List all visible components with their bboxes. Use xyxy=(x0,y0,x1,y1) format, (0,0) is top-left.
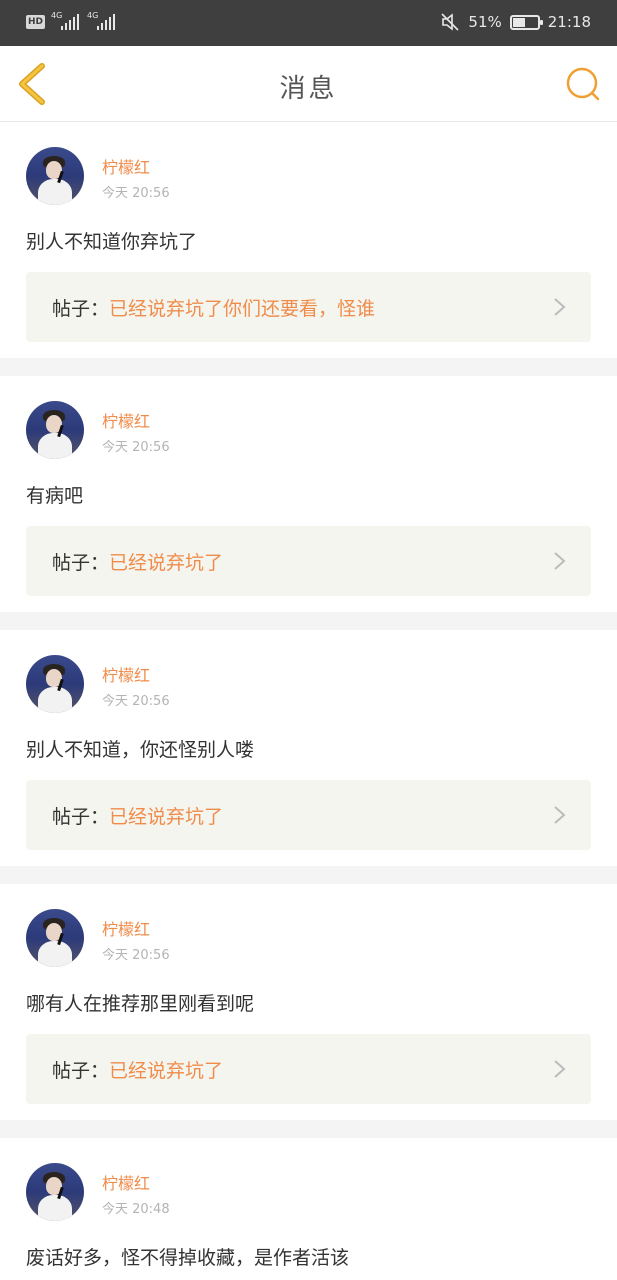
post-title: 已经说弃坑了 xyxy=(109,1059,224,1082)
avatar[interactable] xyxy=(26,655,84,713)
search-icon xyxy=(566,67,600,101)
post-title: 已经说弃坑了 xyxy=(109,805,224,828)
page-title: 消息 xyxy=(279,74,338,104)
timestamp: 今天 20:48 xyxy=(102,1202,170,1217)
status-left: HD 4G 4G xyxy=(26,12,117,32)
timestamp: 今天 20:56 xyxy=(102,948,170,963)
hd-badge: HD xyxy=(26,15,46,29)
post-label: 帖子： xyxy=(52,805,110,828)
status-right: 51% 21:18 xyxy=(440,12,591,32)
battery-icon xyxy=(509,14,543,30)
battery-percent: 51% xyxy=(468,13,502,31)
message-list: 柠檬红 今天 20:56 别人不知道你弃坑了 帖子： 已经说弃坑了你们还要看，怪… xyxy=(0,122,617,1280)
search-button[interactable] xyxy=(563,64,603,104)
mute-icon xyxy=(441,13,459,31)
avatar[interactable] xyxy=(26,1163,84,1221)
status-bar: HD 4G 4G 51% 21:18 xyxy=(0,0,617,46)
message-card: 柠檬红 今天 20:56 别人不知道，你还怪别人喽 帖子： 已经说弃坑了 xyxy=(0,630,617,866)
post-label: 帖子： xyxy=(52,1059,110,1082)
timestamp: 今天 20:56 xyxy=(102,186,170,201)
post-label: 帖子： xyxy=(52,297,110,320)
comment-text: 哪有人在推荐那里刚看到呢 xyxy=(26,993,255,1015)
post-link[interactable]: 帖子： 已经说弃坑了你们还要看，怪谁 xyxy=(26,272,591,342)
post-label: 帖子： xyxy=(52,551,110,574)
chevron-right-icon xyxy=(554,806,566,824)
chevron-right-icon xyxy=(554,1060,566,1078)
message-card: 柠檬红 今天 20:56 别人不知道你弃坑了 帖子： 已经说弃坑了你们还要看，怪… xyxy=(0,122,617,358)
post-title: 已经说弃坑了你们还要看，怪谁 xyxy=(109,297,376,320)
signal-icon: 4G xyxy=(87,12,117,32)
clock: 21:18 xyxy=(547,13,591,31)
message-card: 柠檬红 今天 20:48 废话好多，怪不得掉收藏，是作者活该 xyxy=(0,1138,617,1280)
message-card: 柠檬红 今天 20:56 哪有人在推荐那里刚看到呢 帖子： 已经说弃坑了 xyxy=(0,884,617,1120)
chevron-right-icon xyxy=(554,552,566,570)
author-name[interactable]: 柠檬红 xyxy=(102,408,150,432)
timestamp: 今天 20:56 xyxy=(102,440,170,455)
post-link[interactable]: 帖子： 已经说弃坑了 xyxy=(26,526,591,596)
comment-text: 别人不知道，你还怪别人喽 xyxy=(26,739,255,761)
chevron-right-icon xyxy=(554,298,566,316)
author-name[interactable]: 柠檬红 xyxy=(102,1170,150,1194)
avatar[interactable] xyxy=(26,147,84,205)
author-name[interactable]: 柠檬红 xyxy=(102,154,150,178)
comment-text: 别人不知道你弃坑了 xyxy=(26,231,198,253)
comment-text: 有病吧 xyxy=(26,485,84,507)
message-card: 柠檬红 今天 20:56 有病吧 帖子： 已经说弃坑了 xyxy=(0,376,617,612)
author-name[interactable]: 柠檬红 xyxy=(102,662,150,686)
avatar[interactable] xyxy=(26,909,84,967)
post-link[interactable]: 帖子： 已经说弃坑了 xyxy=(26,1034,591,1104)
comment-text: 废话好多，怪不得掉收藏，是作者活该 xyxy=(26,1247,350,1269)
nav-bar: 消息 xyxy=(0,46,617,122)
signal-icon: 4G xyxy=(51,12,81,32)
author-name[interactable]: 柠檬红 xyxy=(102,916,150,940)
timestamp: 今天 20:56 xyxy=(102,694,170,709)
post-link[interactable]: 帖子： 已经说弃坑了 xyxy=(26,780,591,850)
avatar[interactable] xyxy=(26,401,84,459)
post-title: 已经说弃坑了 xyxy=(109,551,224,574)
